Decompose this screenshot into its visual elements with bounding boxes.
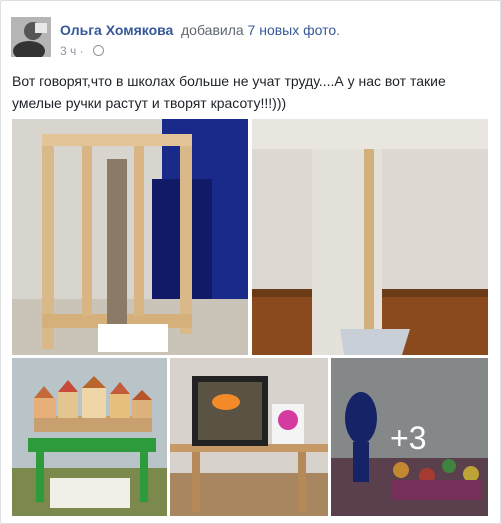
post-action: добавила 7 новых фото. (181, 22, 340, 38)
facebook-post: Ольга Хомякова добавила 7 новых фото. 3 … (0, 0, 501, 524)
more-photos-count[interactable]: +3 (390, 420, 426, 457)
photo-1[interactable] (12, 119, 248, 355)
photo-4[interactable] (170, 358, 328, 516)
post-text: Вот говорят,что в школах больше не учат … (12, 73, 446, 111)
action-prefix: добавила (181, 22, 244, 38)
photo-5-more[interactable]: +3 (331, 358, 488, 516)
photo-2[interactable] (252, 119, 488, 355)
photo-3[interactable] (12, 358, 167, 516)
globe-icon[interactable] (92, 45, 104, 56)
post-timestamp[interactable]: 3 ч (60, 44, 76, 58)
author-name[interactable]: Ольга Хомякова (60, 22, 173, 38)
action-suffix: . (336, 22, 341, 38)
new-photos-link[interactable]: 7 новых фото (248, 22, 337, 38)
post-meta: 3 ч · (60, 44, 104, 58)
author-avatar[interactable] (11, 17, 51, 57)
